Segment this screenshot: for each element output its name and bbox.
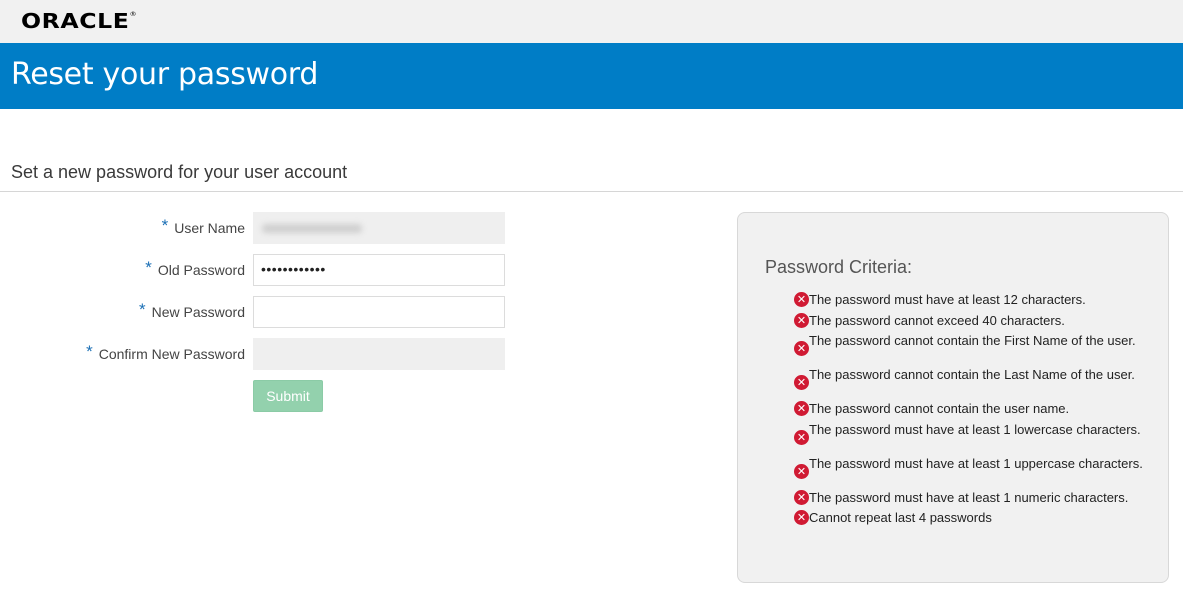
new-password-field[interactable] bbox=[253, 296, 505, 328]
required-marker: * bbox=[86, 342, 93, 361]
page-title: Reset your password bbox=[11, 57, 319, 92]
required-marker: * bbox=[139, 300, 146, 319]
criteria-item: ✕ The password cannot exceed 40 characte… bbox=[794, 313, 1154, 329]
criteria-item: ✕ The password cannot contain the user n… bbox=[794, 401, 1154, 417]
criteria-item: ✕ The password must have at least 12 cha… bbox=[794, 292, 1154, 308]
error-x-icon: ✕ bbox=[794, 464, 809, 479]
redacted-username bbox=[262, 224, 362, 233]
top-bar: ORACLE® bbox=[0, 0, 1183, 43]
old-password-label: * Old Password bbox=[145, 258, 245, 278]
old-password-value: •••••••••••• bbox=[261, 261, 326, 277]
confirm-password-field bbox=[253, 338, 505, 370]
password-criteria-panel: Password Criteria: ✕ The password must h… bbox=[737, 212, 1169, 583]
criteria-item: ✕ Cannot repeat last 4 passwords bbox=[794, 510, 1154, 526]
required-marker: * bbox=[161, 216, 169, 235]
page-banner: Reset your password bbox=[0, 43, 1183, 109]
error-x-icon: ✕ bbox=[794, 401, 809, 416]
oracle-logo: ORACLE® bbox=[21, 9, 138, 33]
error-x-icon: ✕ bbox=[794, 430, 809, 445]
new-password-label: * New Password bbox=[139, 300, 245, 320]
error-x-icon: ✕ bbox=[794, 490, 809, 505]
criteria-item: ✕ The password cannot contain the Last N… bbox=[794, 367, 1154, 399]
required-marker: * bbox=[145, 258, 152, 277]
section-divider bbox=[0, 191, 1183, 192]
confirm-password-label: * Confirm New Password bbox=[86, 342, 245, 362]
criteria-item: ✕ The password cannot contain the First … bbox=[794, 333, 1154, 365]
user-name-label: * User Name bbox=[161, 216, 245, 236]
error-x-icon: ✕ bbox=[794, 292, 809, 307]
error-x-icon: ✕ bbox=[794, 510, 809, 525]
user-name-field bbox=[253, 212, 505, 244]
form-subtitle: Set a new password for your user account bbox=[11, 162, 348, 182]
old-password-field[interactable]: •••••••••••• bbox=[253, 254, 505, 286]
criteria-title: Password Criteria: bbox=[765, 257, 913, 277]
criteria-item: ✕ The password must have at least 1 lowe… bbox=[794, 422, 1154, 454]
submit-button[interactable]: Submit bbox=[253, 380, 323, 412]
error-x-icon: ✕ bbox=[794, 313, 809, 328]
criteria-item: ✕ The password must have at least 1 uppe… bbox=[794, 456, 1154, 488]
error-x-icon: ✕ bbox=[794, 375, 809, 390]
criteria-item: ✕ The password must have at least 1 nume… bbox=[794, 490, 1154, 506]
error-x-icon: ✕ bbox=[794, 341, 809, 356]
